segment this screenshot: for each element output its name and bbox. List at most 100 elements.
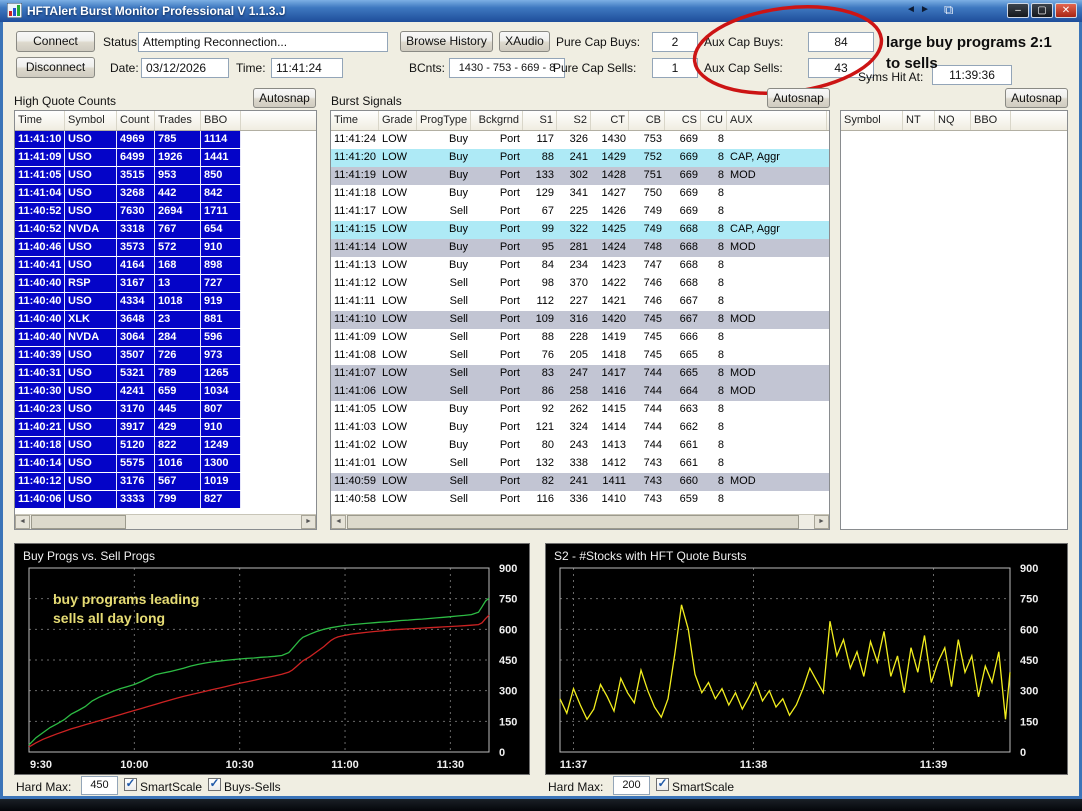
horizontal-scrollbar[interactable]: ◄ ►	[15, 514, 316, 529]
column-header-grade[interactable]: Grade	[379, 111, 417, 130]
table-row[interactable]: 11:40:12 USO 3176 567 1019	[15, 473, 241, 491]
scroll-left-icon[interactable]: ◄	[331, 515, 346, 529]
table-row[interactable]: 11:40:30 USO 4241 659 1034	[15, 383, 241, 401]
table-row[interactable]: 11:40:58 LOW Sell Port 116 336 1410 743 659 8	[331, 491, 829, 509]
scrollbar-thumb[interactable]	[31, 515, 126, 529]
minimize-button[interactable]: –	[1007, 3, 1029, 18]
table-row[interactable]: 11:41:14 LOW Buy Port 95 281 1424 748 668 8 MOD	[331, 239, 829, 257]
table-row[interactable]: 11:41:24 LOW Buy Port 117 326 1430 753 669 8	[331, 131, 829, 149]
cell: 3170	[117, 401, 155, 418]
table-row[interactable]: 11:40:21 USO 3917 429 910	[15, 419, 241, 437]
browse-history-button[interactable]: Browse History	[400, 31, 493, 52]
horizontal-scrollbar[interactable]: ◄ ►	[331, 514, 829, 529]
column-header-bckgrnd[interactable]: Bckgrnd	[471, 111, 523, 130]
column-header-count[interactable]: Count	[117, 111, 155, 130]
table-row[interactable]: 11:41:11 LOW Sell Port 112 227 1421 746 667 8	[331, 293, 829, 311]
table-row[interactable]: 11:41:03 LOW Buy Port 121 324 1414 744 662 8	[331, 419, 829, 437]
table-row[interactable]: 11:41:09 LOW Sell Port 88 228 1419 745 666 8	[331, 329, 829, 347]
table-row[interactable]: 11:40:18 USO 5120 822 1249	[15, 437, 241, 455]
table-row[interactable]: 11:40:14 USO 5575 1016 1300	[15, 455, 241, 473]
scroll-left-icon[interactable]: ◄	[15, 515, 30, 529]
smartscale-checkbox-left[interactable]	[124, 778, 137, 791]
cell: Sell	[449, 205, 468, 217]
table-row[interactable]: 11:41:18 LOW Buy Port 129 341 1427 750 669 8	[331, 185, 829, 203]
table-row[interactable]: 11:41:08 LOW Sell Port 76 205 1418 745 665 8	[331, 347, 829, 365]
table-row[interactable]: 11:40:39 USO 3507 726 973	[15, 347, 241, 365]
column-header-s1[interactable]: S1	[523, 111, 557, 130]
table-row[interactable]: 11:41:19 LOW Buy Port 133 302 1428 751 669 8 MOD	[331, 167, 829, 185]
autosnap-button-syms[interactable]: Autosnap	[1005, 88, 1068, 108]
table-row[interactable]: 11:40:52 NVDA 3318 767 654	[15, 221, 241, 239]
scrollbar-thumb[interactable]	[347, 515, 799, 529]
column-header-time[interactable]: Time	[15, 111, 65, 130]
forward-arrow-icon[interactable]: ►	[920, 4, 930, 15]
hard-max-input-left[interactable]: 450	[81, 776, 118, 795]
table-row[interactable]: 11:41:20 LOW Buy Port 88 241 1429 752 669 8 CAP, A…	[331, 149, 829, 167]
table-row[interactable]: 11:40:06 USO 3333 799 827	[15, 491, 241, 509]
table-row[interactable]: 11:41:15 LOW Buy Port 99 322 1425 749 668 8 CAP, A…	[331, 221, 829, 239]
column-header-aux[interactable]: AUX	[727, 111, 827, 130]
maximize-button[interactable]: ▢	[1031, 3, 1053, 18]
table-row[interactable]: 11:40:31 USO 5321 789 1265	[15, 365, 241, 383]
table-row[interactable]: 11:41:12 LOW Sell Port 98 370 1422 746 668 8	[331, 275, 829, 293]
date-value-box[interactable]: 03/12/2026	[141, 58, 229, 78]
table-row[interactable]: 11:41:06 LOW Sell Port 86 258 1416 744 664 8 MOD	[331, 383, 829, 401]
table-row[interactable]: 11:40:52 USO 7630 2694 1711	[15, 203, 241, 221]
table-row[interactable]: 11:41:07 LOW Sell Port 83 247 1417 744 665 8 MOD	[331, 365, 829, 383]
autosnap-button-burst[interactable]: Autosnap	[767, 88, 830, 108]
table-row[interactable]: 11:41:01 LOW Sell Port 132 338 1412 743 661 8	[331, 455, 829, 473]
column-header-bbo[interactable]: BBO	[971, 111, 1011, 130]
connect-button[interactable]: Connect	[16, 31, 95, 52]
table-row[interactable]: 11:41:09 USO 6499 1926 1441	[15, 149, 241, 167]
table-row[interactable]: 11:40:40 RSP 3167 13 727	[15, 275, 241, 293]
table-row[interactable]: 11:40:40 XLK 3648 23 881	[15, 311, 241, 329]
table-row[interactable]: 11:41:10 LOW Sell Port 109 316 1420 745 667 8 MOD	[331, 311, 829, 329]
cell: 8	[717, 439, 724, 451]
column-header-ct[interactable]: CT	[591, 111, 629, 130]
cell: 80	[541, 439, 554, 451]
title-bar[interactable]: HFTAlert Burst Monitor Professional V 1.…	[0, 0, 1082, 22]
column-header-cs[interactable]: CS	[665, 111, 701, 130]
time-value-box[interactable]: 11:41:24	[271, 58, 343, 78]
smartscale-checkbox-right[interactable]	[656, 778, 669, 791]
hard-max-input-right[interactable]: 200	[613, 776, 650, 795]
close-button[interactable]: ✕	[1055, 3, 1077, 18]
table-row[interactable]: 11:41:17 LOW Sell Port 67 225 1426 749 669 8	[331, 203, 829, 221]
column-header-nt[interactable]: NT	[903, 111, 935, 130]
column-header-progtype[interactable]: ProgType	[417, 111, 471, 130]
table-row[interactable]: 11:40:40 NVDA 3064 284 596	[15, 329, 241, 347]
table-row[interactable]: 11:40:46 USO 3573 572 910	[15, 239, 241, 257]
table-row[interactable]: 11:41:02 LOW Buy Port 80 243 1413 744 661 8	[331, 437, 829, 455]
table-row[interactable]: 11:40:40 USO 4334 1018 919	[15, 293, 241, 311]
bcnts-value-box[interactable]: 1430 - 753 - 669 - 8	[449, 58, 565, 78]
table-row[interactable]: 11:41:04 USO 3268 442 842	[15, 185, 241, 203]
disconnect-button[interactable]: Disconnect	[16, 57, 95, 78]
column-header-trades[interactable]: Trades	[155, 111, 201, 130]
table-row[interactable]: 11:41:10 USO 4969 785 1114	[15, 131, 241, 149]
table-row[interactable]: 11:41:05 USO 3515 953 850	[15, 167, 241, 185]
column-header-time[interactable]: Time	[331, 111, 379, 130]
cell: 2694	[155, 203, 201, 220]
column-header-cu[interactable]: CU	[701, 111, 727, 130]
status-value-box[interactable]: Attempting Reconnection...	[138, 32, 388, 52]
cell: Port	[499, 259, 520, 271]
window-switch-icon[interactable]: ⧉	[944, 2, 953, 18]
autosnap-button-high-quote[interactable]: Autosnap	[253, 88, 316, 108]
table-row[interactable]: 11:40:59 LOW Sell Port 82 241 1411 743 660 8 MOD	[331, 473, 829, 491]
table-row[interactable]: 11:41:13 LOW Buy Port 84 234 1423 747 668 8	[331, 257, 829, 275]
xaudio-button[interactable]: XAudio	[499, 31, 550, 52]
column-header-symbol[interactable]: Symbol	[65, 111, 117, 130]
table-row[interactable]: 11:40:41 USO 4164 168 898	[15, 257, 241, 275]
table-row[interactable]: 11:41:05 LOW Buy Port 92 262 1415 744 663 8	[331, 401, 829, 419]
column-header-s2[interactable]: S2	[557, 111, 591, 130]
column-header-bbo[interactable]: BBO	[201, 111, 241, 130]
column-header-nq[interactable]: NQ	[935, 111, 971, 130]
back-arrow-icon[interactable]: ◄	[906, 4, 916, 15]
column-header-symbol[interactable]: Symbol	[841, 111, 903, 130]
buys-sells-checkbox[interactable]	[208, 778, 221, 791]
cell: 11:41:12	[334, 277, 377, 289]
table-row[interactable]: 11:40:23 USO 3170 445 807	[15, 401, 241, 419]
scroll-right-icon[interactable]: ►	[814, 515, 829, 529]
scroll-right-icon[interactable]: ►	[301, 515, 316, 529]
column-header-cb[interactable]: CB	[629, 111, 665, 130]
